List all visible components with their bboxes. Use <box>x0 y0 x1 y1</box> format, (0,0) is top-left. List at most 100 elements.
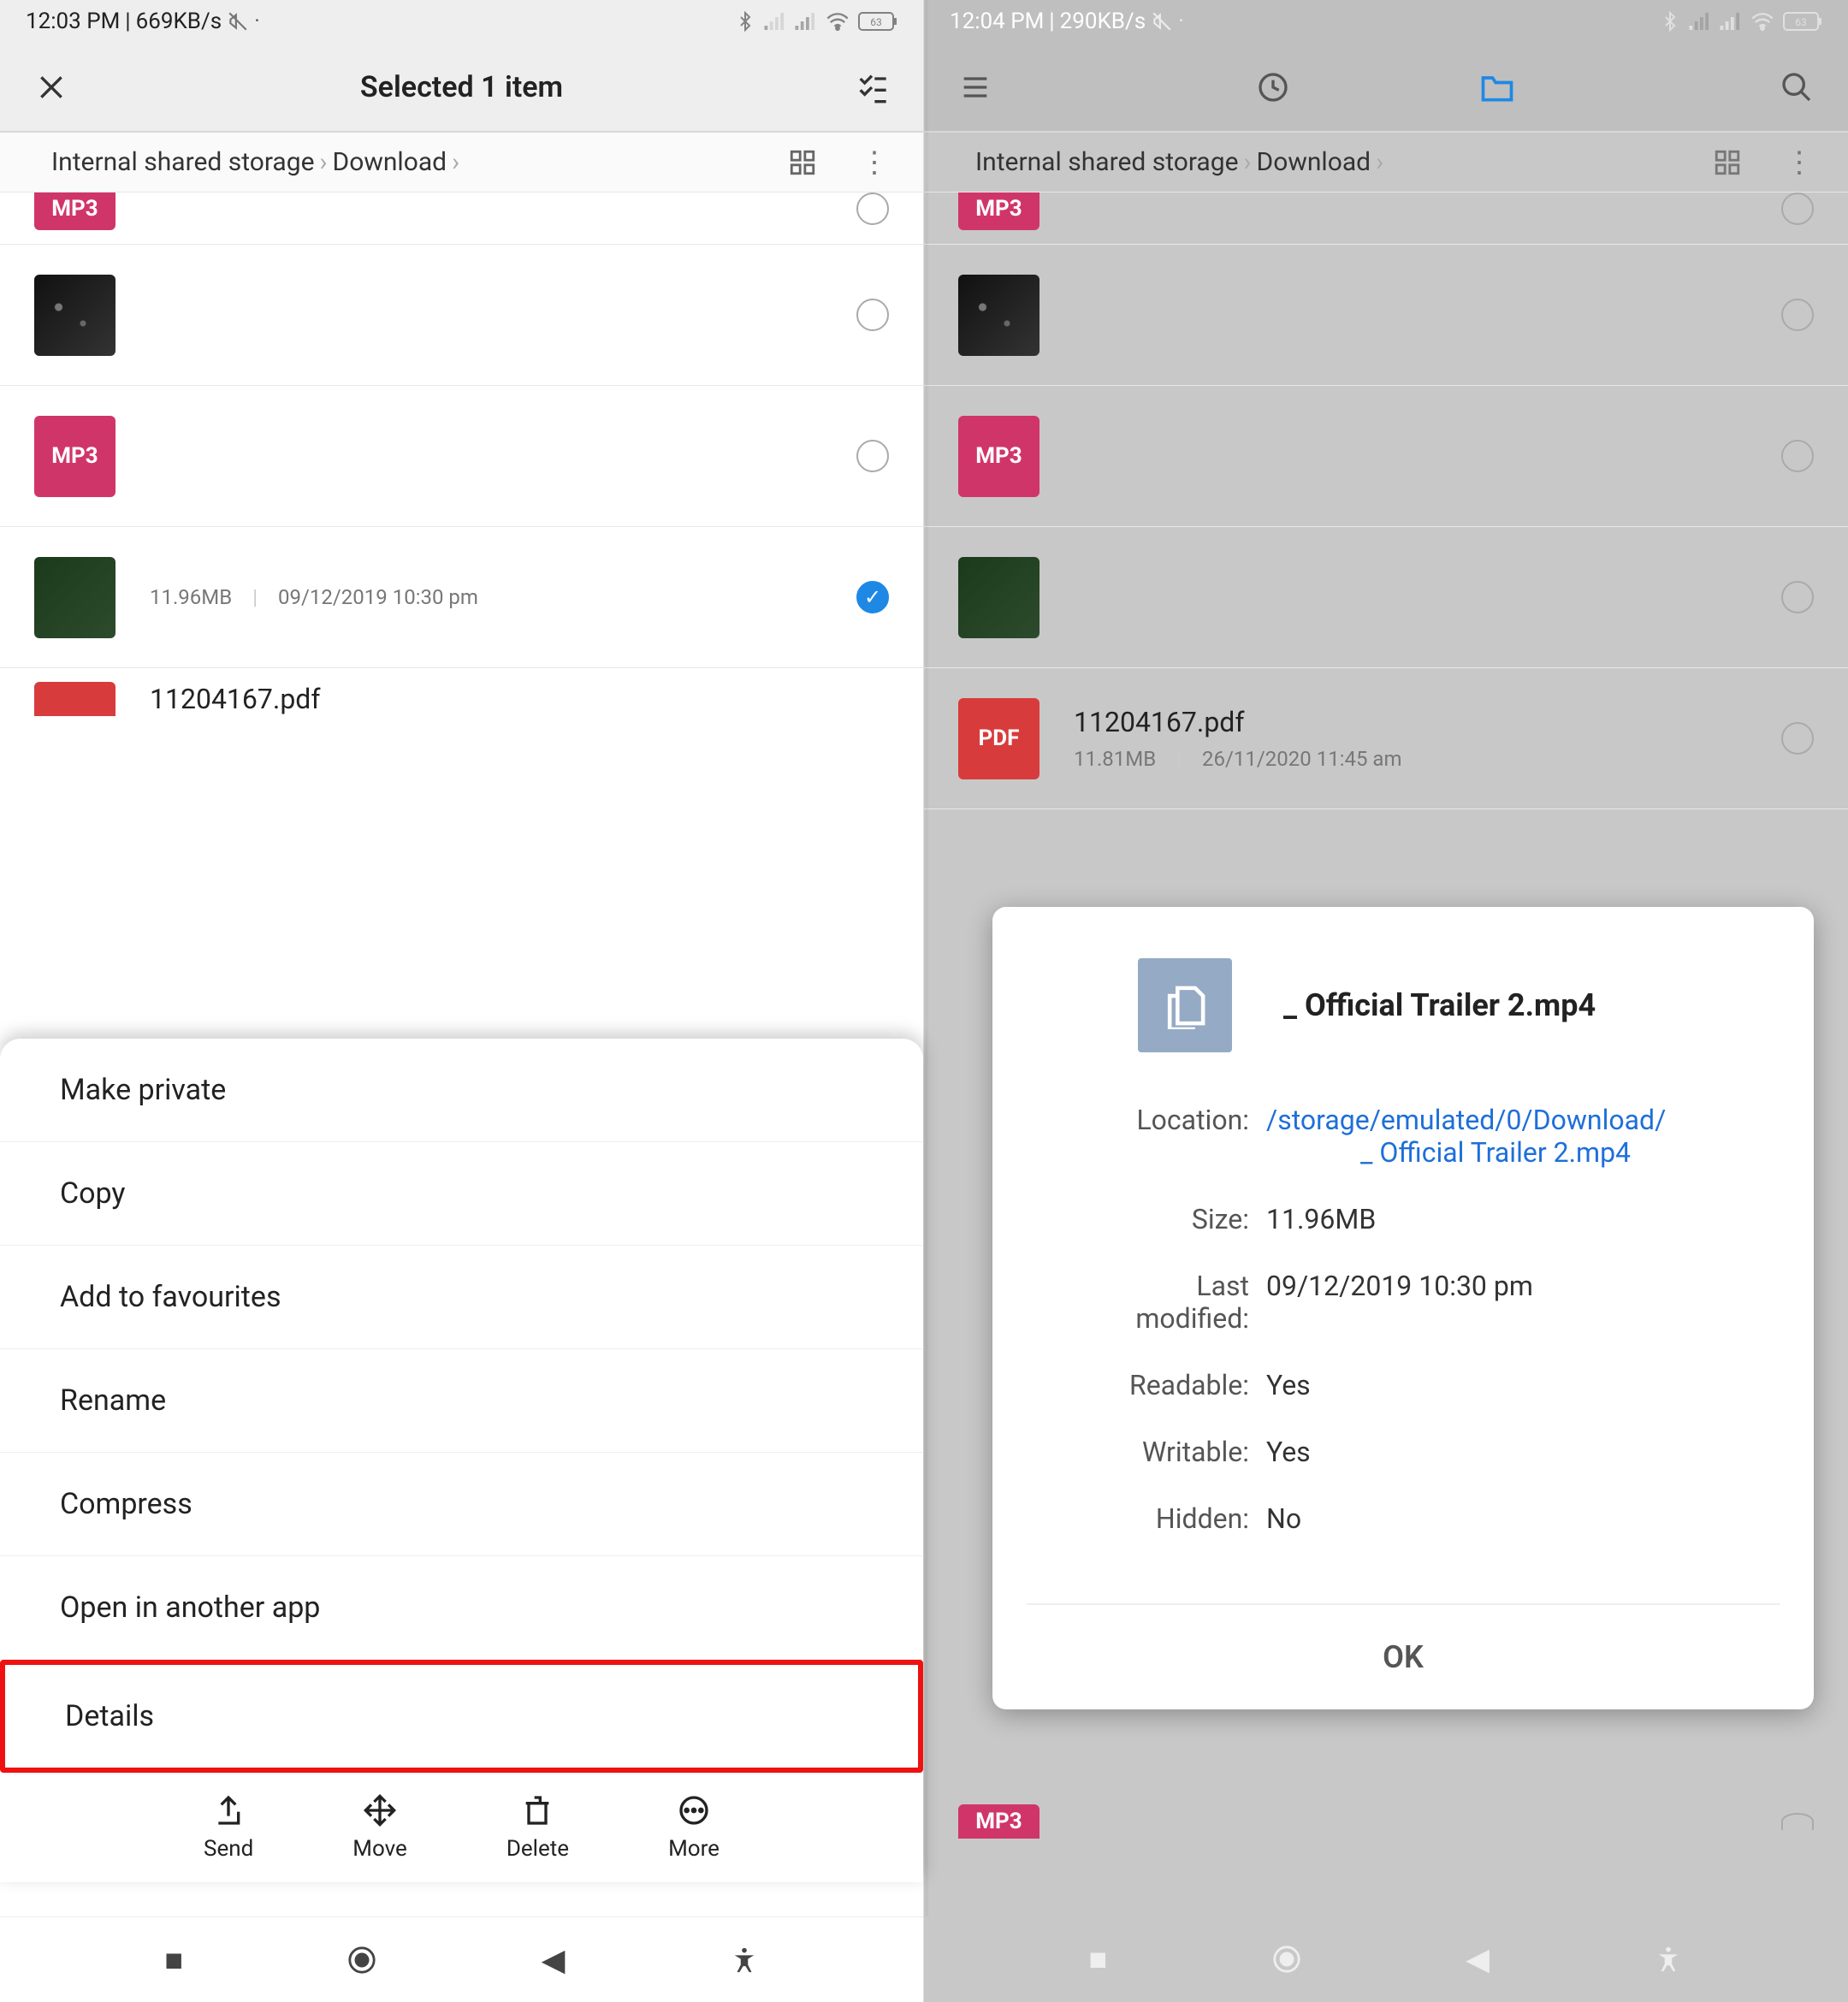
sheet-action-delete[interactable]: Delete <box>506 1793 569 1862</box>
list-item[interactable]: 11204167.pdf <box>0 668 923 730</box>
selection-radio[interactable] <box>1781 581 1814 613</box>
video-thumb-icon <box>34 557 116 638</box>
image-thumb-icon <box>34 275 116 356</box>
sheet-option-copy[interactable]: Copy <box>0 1142 923 1246</box>
file-size: 11.96MB <box>150 585 232 609</box>
more-menu-icon[interactable]: ⋮ <box>1785 145 1814 180</box>
recent-tab-icon[interactable] <box>1256 70 1290 104</box>
context-sheet: Make private Copy Add to favourites Rena… <box>0 1039 923 1882</box>
list-item[interactable]: 11.96MB|09/12/2019 10:30 pm ✓ <box>0 527 923 668</box>
svg-text:63: 63 <box>1795 16 1807 28</box>
mute-icon <box>227 10 249 33</box>
list-item[interactable]: MP3 <box>0 192 923 245</box>
select-all-icon[interactable] <box>855 70 889 104</box>
dot-icon: · <box>1178 9 1184 34</box>
more-menu-icon[interactable]: ⋮ <box>860 145 889 180</box>
grid-view-icon[interactable] <box>788 148 817 177</box>
bluetooth-icon <box>1660 11 1680 32</box>
app-bar <box>924 43 1848 133</box>
sheet-action-label: Move <box>352 1836 407 1862</box>
more-icon <box>677 1793 711 1827</box>
navbar: ■ ◀ <box>924 1916 1848 2002</box>
signal-1-icon <box>1689 13 1711 30</box>
list-item[interactable]: MP3 <box>924 386 1848 527</box>
sheet-option-make-private[interactable]: Make private <box>0 1039 923 1142</box>
chevron-right-icon: › <box>1244 147 1252 177</box>
dialog-value-writable: Yes <box>1266 1436 1711 1468</box>
close-icon[interactable] <box>34 70 68 104</box>
accessibility-icon[interactable] <box>1654 1945 1683 1974</box>
move-icon <box>363 1793 397 1827</box>
mp3-thumb-icon: MP3 <box>34 416 116 497</box>
file-date: 26/11/2020 11:45 am <box>1202 747 1401 771</box>
selection-radio[interactable] <box>1781 192 1814 225</box>
list-item[interactable]: MP3 <box>924 192 1848 245</box>
selection-radio[interactable] <box>1781 299 1814 331</box>
sheet-action-send[interactable]: Send <box>204 1793 253 1862</box>
status-time: 12:03 PM <box>26 9 120 34</box>
sheet-option-favourites[interactable]: Add to favourites <box>0 1246 923 1349</box>
nav-home-icon[interactable] <box>347 1946 376 1975</box>
selection-radio[interactable] <box>856 299 889 331</box>
list-item[interactable] <box>0 245 923 386</box>
sheet-action-move[interactable]: Move <box>352 1793 407 1862</box>
pdf-thumb-icon <box>34 682 116 716</box>
grid-view-icon[interactable] <box>1713 148 1742 177</box>
folder-tab-icon[interactable] <box>1478 70 1516 104</box>
dot-icon: · <box>254 9 260 34</box>
svg-text:63: 63 <box>870 16 882 28</box>
sheet-option-details[interactable]: Details <box>0 1660 923 1773</box>
breadcrumb-folder[interactable]: Download <box>333 147 447 177</box>
search-icon[interactable] <box>1780 70 1814 104</box>
file-date: 09/12/2019 10:30 pm <box>278 585 478 609</box>
breadcrumb[interactable]: Internal shared storage › Download › <box>975 147 1383 177</box>
chevron-right-icon: › <box>452 147 459 177</box>
breadcrumb[interactable]: Internal shared storage › Download › <box>51 147 459 177</box>
pdf-thumb-icon: PDF <box>958 698 1040 779</box>
selection-radio[interactable] <box>856 192 889 225</box>
nav-recent-icon[interactable]: ■ <box>164 1942 183 1978</box>
dialog-value-location[interactable]: /storage/emulated/0/Download/ _ Official… <box>1266 1104 1711 1169</box>
breadcrumb-root[interactable]: Internal shared storage <box>975 147 1239 177</box>
nav-home-icon[interactable] <box>1272 1945 1301 1974</box>
sheet-option-rename[interactable]: Rename <box>0 1349 923 1453</box>
dialog-label-writable: Writable: <box>1027 1436 1249 1468</box>
status-time: 12:04 PM <box>950 9 1044 34</box>
sheet-action-row: Send Move Delete More <box>0 1773 923 1882</box>
list-item[interactable]: MP3 <box>924 1750 1848 1892</box>
image-thumb-icon <box>958 275 1040 356</box>
selection-radio[interactable]: ✓ <box>856 581 889 613</box>
nav-back-icon[interactable]: ◀ <box>542 1942 566 1978</box>
selection-radio[interactable] <box>1781 1813 1814 1830</box>
nav-recent-icon[interactable]: ■ <box>1089 1941 1108 1977</box>
selection-radio[interactable] <box>1781 440 1814 472</box>
list-item[interactable] <box>924 245 1848 386</box>
breadcrumb-root[interactable]: Internal shared storage <box>51 147 315 177</box>
chevron-right-icon: › <box>1376 147 1383 177</box>
sheet-action-more[interactable]: More <box>668 1793 720 1862</box>
screenshot-left: 12:03 PM | 669KB/s · <box>0 0 924 2002</box>
screenshot-right: 12:04 PM | 290KB/s · <box>924 0 1848 2002</box>
status-speed: 290KB/s <box>1060 9 1146 34</box>
sheet-option-open-another[interactable]: Open in another app <box>0 1556 923 1660</box>
dialog-value-readable: Yes <box>1266 1369 1711 1401</box>
chevron-right-icon: › <box>320 147 328 177</box>
app-bar: Selected 1 item <box>0 43 923 133</box>
sheet-option-compress[interactable]: Compress <box>0 1453 923 1556</box>
nav-back-icon[interactable]: ◀ <box>1466 1941 1490 1977</box>
details-dialog: _ Official Trailer 2.mp4 Location: /stor… <box>992 907 1814 1709</box>
dialog-label-readable: Readable: <box>1027 1369 1249 1401</box>
selection-radio[interactable] <box>1781 722 1814 755</box>
list-item[interactable]: PDF 11204167.pdf 11.81MB|26/11/2020 11:4… <box>924 668 1848 809</box>
menu-icon[interactable] <box>958 70 992 104</box>
breadcrumb-folder[interactable]: Download <box>1257 147 1371 177</box>
accessibility-icon[interactable] <box>730 1946 759 1975</box>
dialog-label-hidden: Hidden: <box>1027 1502 1249 1535</box>
list-item[interactable] <box>924 527 1848 668</box>
signal-1-icon <box>764 13 786 30</box>
list-item[interactable]: MP3 <box>0 386 923 527</box>
video-thumb-icon <box>958 557 1040 638</box>
mp3-thumb-icon: MP3 <box>958 416 1040 497</box>
ok-button[interactable]: OK <box>1027 1603 1780 1709</box>
selection-radio[interactable] <box>856 440 889 472</box>
